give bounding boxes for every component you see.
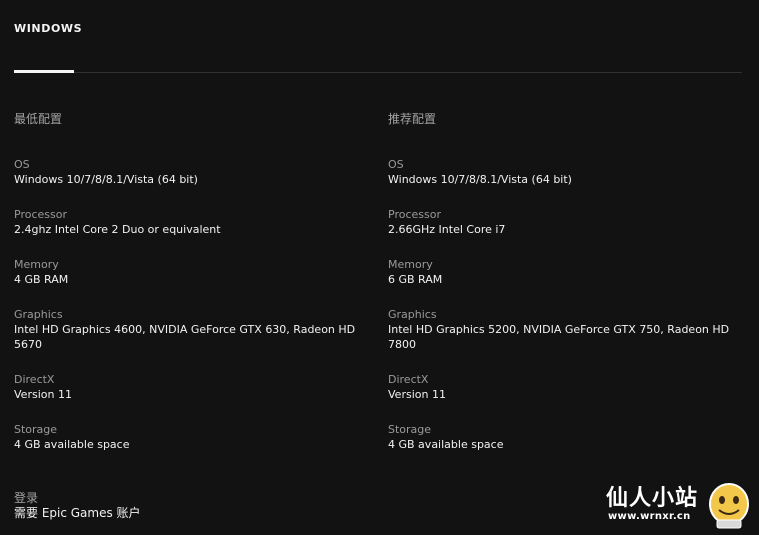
spec-label: Graphics xyxy=(388,308,437,321)
login-requirement: 登录 需要 Epic Games 账户 xyxy=(14,491,141,521)
spec-value: 2.66GHz Intel Core i7 xyxy=(388,223,506,236)
rec-spec-storage: Storage 4 GB available space xyxy=(388,422,748,452)
spec-label: Storage xyxy=(388,423,432,436)
min-spec-os: OS Windows 10/7/8/8.1/Vista (64 bit) xyxy=(14,157,374,187)
spec-label: Processor xyxy=(388,208,441,221)
min-spec-graphics: Graphics Intel HD Graphics 4600, NVIDIA … xyxy=(14,307,374,352)
spec-label: Memory xyxy=(388,258,433,271)
rec-spec-directx: DirectX Version 11 xyxy=(388,372,748,402)
min-spec-storage: Storage 4 GB available space xyxy=(14,422,374,452)
watermark-title: 仙人小站 xyxy=(606,486,699,511)
spec-label: OS xyxy=(388,158,404,171)
spec-value: 2.4ghz Intel Core 2 Duo or equivalent xyxy=(14,223,221,236)
spec-label: Storage xyxy=(14,423,58,436)
spec-value: 4 GB available space xyxy=(388,438,504,451)
mascot-face-icon xyxy=(709,483,749,529)
platform-tabs: WINDOWS xyxy=(14,0,742,73)
recommended-heading: 推荐配置 xyxy=(388,112,437,126)
rec-spec-processor: Processor 2.66GHz Intel Core i7 xyxy=(388,207,748,237)
tab-windows[interactable]: WINDOWS xyxy=(14,22,82,35)
rec-spec-memory: Memory 6 GB RAM xyxy=(388,257,748,287)
minimum-heading: 最低配置 xyxy=(14,112,63,126)
spec-value: 6 GB RAM xyxy=(388,273,443,286)
rec-spec-os: OS Windows 10/7/8/8.1/Vista (64 bit) xyxy=(388,157,748,187)
min-spec-directx: DirectX Version 11 xyxy=(14,372,374,402)
min-spec-memory: Memory 4 GB RAM xyxy=(14,257,374,287)
spec-value: Version 11 xyxy=(388,388,446,401)
spec-label: Processor xyxy=(14,208,67,221)
login-label: 登录 xyxy=(14,491,39,505)
spec-label: Memory xyxy=(14,258,59,271)
spec-label: DirectX xyxy=(388,373,429,386)
rec-spec-graphics: Graphics Intel HD Graphics 5200, NVIDIA … xyxy=(388,307,748,352)
tab-divider xyxy=(14,72,742,73)
spec-label: Graphics xyxy=(14,308,63,321)
min-spec-processor: Processor 2.4ghz Intel Core 2 Duo or equ… xyxy=(14,207,374,237)
watermark-url: www.wrnxr.cn xyxy=(608,511,691,522)
login-value: 需要 Epic Games 账户 xyxy=(14,506,141,520)
site-watermark: 仙人小站 www.wrnxr.cn xyxy=(604,478,754,532)
spec-value: Version 11 xyxy=(14,388,72,401)
spec-value: 4 GB RAM xyxy=(14,273,69,286)
spec-value: Intel HD Graphics 5200, NVIDIA GeForce G… xyxy=(388,323,730,351)
minimum-requirements: 最低配置 OS Windows 10/7/8/8.1/Vista (64 bit… xyxy=(14,110,374,451)
spec-value: Windows 10/7/8/8.1/Vista (64 bit) xyxy=(388,173,572,186)
tab-active-indicator xyxy=(14,70,74,73)
spec-label: OS xyxy=(14,158,30,171)
spec-label: DirectX xyxy=(14,373,55,386)
spec-value: 4 GB available space xyxy=(14,438,130,451)
spec-value: Windows 10/7/8/8.1/Vista (64 bit) xyxy=(14,173,198,186)
spec-value: Intel HD Graphics 4600, NVIDIA GeForce G… xyxy=(14,323,356,351)
recommended-requirements: 推荐配置 OS Windows 10/7/8/8.1/Vista (64 bit… xyxy=(388,110,748,451)
